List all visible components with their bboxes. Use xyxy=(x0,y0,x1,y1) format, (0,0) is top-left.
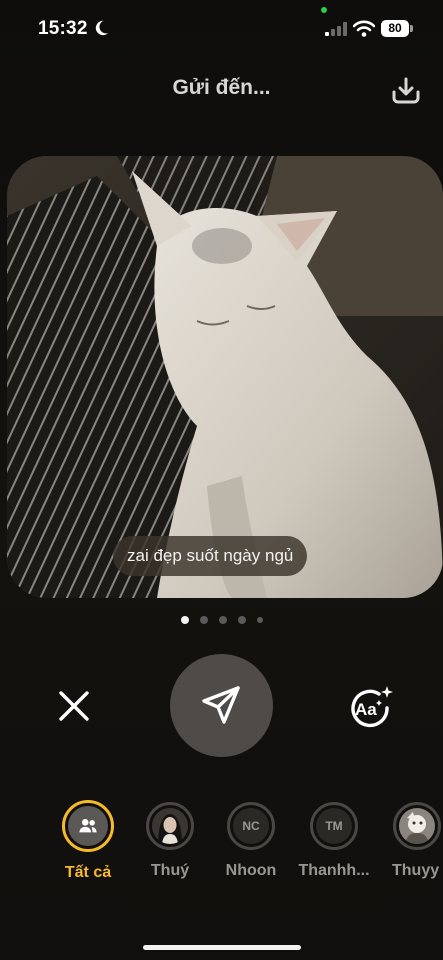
person-photo-icon xyxy=(152,808,188,844)
avatar xyxy=(146,802,194,850)
battery-level: 80 xyxy=(381,20,409,37)
avatar-inner xyxy=(68,806,108,846)
wifi-icon xyxy=(353,20,375,37)
page-dot-2[interactable] xyxy=(199,616,208,624)
avatar xyxy=(62,800,114,852)
recipient-label: Thuý xyxy=(150,862,190,879)
avatar: NC xyxy=(227,802,275,850)
photo-caption[interactable]: zai đẹp suốt ngày ngủ xyxy=(113,536,308,576)
recipient-label: Thuyy xyxy=(392,862,440,879)
avatar xyxy=(393,802,441,850)
page-dot-3[interactable] xyxy=(218,616,227,624)
recipient-list: Tất cả Thuý NC Nhoon TM Thanhh... Thuyy xyxy=(0,798,443,898)
battery-tip xyxy=(410,25,413,32)
avatar-photo xyxy=(152,808,188,844)
recipient-label: Nhoon xyxy=(225,862,277,879)
recipient-thanhh[interactable]: TM Thanhh... xyxy=(289,798,379,880)
send-button[interactable] xyxy=(170,654,273,757)
recipient-label: Thanhh... xyxy=(298,862,370,879)
avatar: TM xyxy=(310,802,358,850)
avatar-initials: NC xyxy=(233,808,269,844)
page-indicator xyxy=(0,616,443,624)
battery-icon: 80 xyxy=(381,20,413,37)
moon-icon xyxy=(95,20,109,36)
recipient-label: Tất cả xyxy=(64,864,112,881)
page-dot-1[interactable] xyxy=(180,616,189,624)
avatar-photo xyxy=(399,808,435,844)
home-indicator[interactable] xyxy=(143,945,301,950)
camera-indicator-dot xyxy=(321,7,327,13)
close-icon[interactable] xyxy=(54,686,94,726)
text-style-label: Aa xyxy=(355,700,377,719)
page-title: Gửi đến... xyxy=(172,76,271,99)
status-time: 15:32 xyxy=(38,18,88,39)
recipient-thuy[interactable]: Thuý xyxy=(125,798,215,880)
page-dot-5[interactable] xyxy=(256,617,263,623)
status-bar: 15:32 80 xyxy=(0,0,443,60)
cat-photo-image xyxy=(7,156,443,598)
photo-preview xyxy=(7,156,443,598)
signal-icon xyxy=(325,22,347,36)
screen: 15:32 80 Gửi đến... zai đẹp suốt ngày ng… xyxy=(0,0,443,960)
text-style-button[interactable]: Aa xyxy=(343,682,395,728)
text-style-icon: Aa xyxy=(351,686,393,728)
recipient-all[interactable]: Tất cả xyxy=(43,798,133,882)
group-icon xyxy=(79,819,97,833)
page-dot-4[interactable] xyxy=(237,616,246,624)
person-photo-icon xyxy=(399,808,435,844)
recipient-thuyy[interactable]: Thuyy xyxy=(372,798,443,880)
download-icon[interactable] xyxy=(389,74,423,108)
send-icon xyxy=(202,686,240,724)
avatar-initials: TM xyxy=(316,808,352,844)
recipient-nhoon[interactable]: NC Nhoon xyxy=(206,798,296,880)
